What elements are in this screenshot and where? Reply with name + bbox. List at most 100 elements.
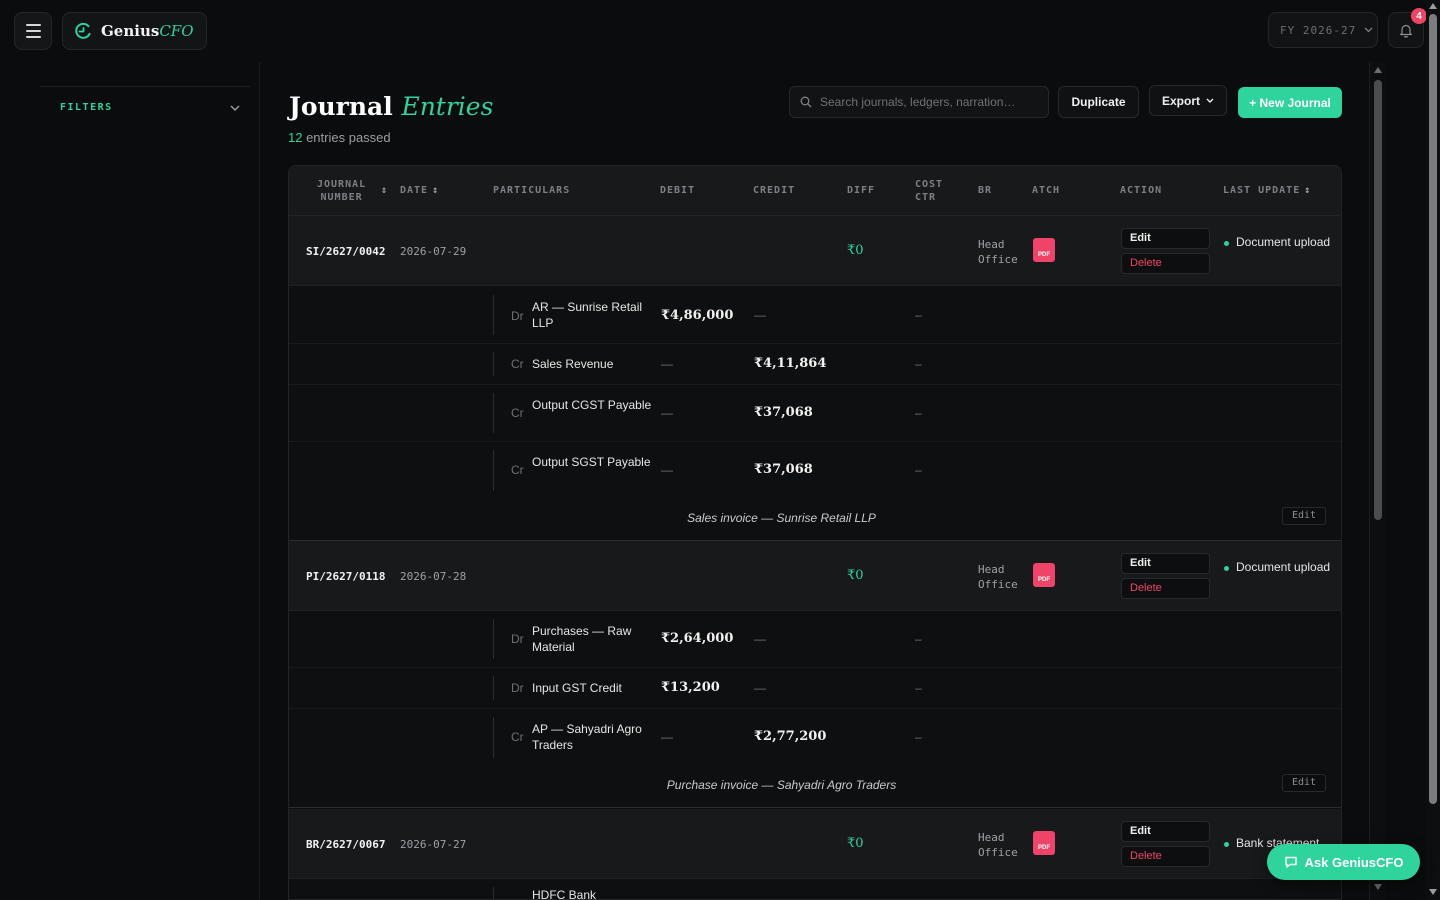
- search-box[interactable]: [789, 86, 1049, 118]
- fiscal-year-value: FY 2026-27: [1280, 23, 1357, 37]
- app-logo[interactable]: GeniusCFO: [62, 12, 207, 50]
- delete-button[interactable]: Delete: [1121, 578, 1210, 599]
- journal-row[interactable]: SI/2627/0042 2026-07-29 ₹0 Head Office P…: [289, 216, 1341, 286]
- ledger-account[interactable]: Output SGST Payable: [532, 454, 652, 470]
- journal-branch: Head Office: [978, 238, 1018, 266]
- ledger-line: Cr Sales Revenue — ₹4,11,864 –: [289, 344, 1341, 385]
- edit-button[interactable]: Edit: [1121, 821, 1210, 842]
- debit-amount: —: [661, 730, 673, 744]
- narration-text: Sales invoice — Sunrise Retail LLP: [687, 511, 876, 525]
- narration-row: Purchase invoice — Sahyadri Agro Traders…: [289, 766, 1341, 808]
- new-journal-button[interactable]: + New Journal: [1238, 87, 1342, 118]
- journal-number[interactable]: PI/2627/0118: [306, 570, 385, 583]
- sort-icon[interactable]: ↕: [377, 184, 388, 197]
- sidebar: FILTERS: [0, 62, 260, 900]
- chevron-down-icon: [1364, 27, 1373, 33]
- filters-toggle[interactable]: FILTERS: [40, 86, 250, 128]
- journal-row[interactable]: BR/2627/0067 2026-07-27 ₹0 Head Office P…: [289, 809, 1341, 879]
- scroll-up-icon[interactable]: [1429, 3, 1437, 9]
- debit-amount: ₹4,86,000: [661, 308, 734, 323]
- narration-row: Sales invoice — Sunrise Retail LLP Edit: [289, 499, 1341, 541]
- journal-diff: ₹0: [847, 243, 864, 258]
- cost-center: –: [915, 730, 922, 744]
- status-dot-icon: [1224, 566, 1229, 571]
- scroll-down-icon[interactable]: [1429, 889, 1437, 895]
- ledger-line: Cr Output SGST Payable — ₹37,068 –: [289, 442, 1341, 499]
- col-credit: CREDIT: [753, 185, 796, 196]
- export-button[interactable]: Export: [1149, 85, 1227, 116]
- entry-type: Cr: [511, 463, 524, 477]
- ledger-account[interactable]: Sales Revenue: [532, 356, 652, 372]
- search-icon: [800, 96, 812, 108]
- ask-assistant-button[interactable]: Ask GeniusCFO: [1267, 844, 1420, 880]
- ledger-account[interactable]: Output CGST Payable: [532, 397, 652, 413]
- chat-bubble-icon: [1284, 856, 1297, 868]
- ledger-line: Dr Purchases — Raw Material ₹2,64,000 — …: [289, 611, 1341, 668]
- credit-amount: ₹4,11,864: [754, 356, 827, 371]
- table-header: JOURNAL NUMBER ↕ DATE ↕ PARTICULARS DEBIT …: [289, 166, 1341, 216]
- credit-amount: —: [754, 308, 766, 322]
- debit-amount: —: [661, 463, 673, 477]
- col-cost-ctr: COST CTR: [915, 179, 944, 203]
- journal-date: 2026-07-27: [400, 838, 467, 851]
- sort-icon: ↕: [1304, 185, 1312, 196]
- ledger-line: Dr AR — Sunrise Retail LLP ₹4,86,000 — –: [289, 287, 1341, 344]
- narration-edit-button[interactable]: Edit: [1282, 774, 1326, 792]
- ledger-line: Cr AP — Sahyadri Agro Traders — ₹2,77,20…: [289, 709, 1341, 766]
- ledger-line: HDFC Bank: [289, 879, 1341, 899]
- duplicate-button[interactable]: Duplicate: [1058, 86, 1139, 118]
- scroll-up-icon[interactable]: [1374, 67, 1382, 73]
- scrollbar-thumb[interactable]: [1374, 80, 1382, 520]
- logo-mark-icon: [75, 22, 91, 39]
- cost-center: –: [915, 632, 922, 646]
- page-title: Journal Entries: [289, 92, 494, 121]
- ledger-line: Dr Input GST Credit ₹13,200 — –: [289, 668, 1341, 709]
- col-date[interactable]: DATE ↕: [400, 184, 439, 197]
- col-branch: BR: [978, 185, 993, 196]
- journal-diff: ₹0: [847, 836, 864, 851]
- ledger-account[interactable]: Input GST Credit: [532, 680, 652, 696]
- journal-number[interactable]: SI/2627/0042: [306, 245, 385, 258]
- pdf-attachment-icon[interactable]: PDF: [1033, 563, 1055, 587]
- delete-button[interactable]: Delete: [1121, 846, 1210, 867]
- ledger-account[interactable]: HDFC Bank: [532, 887, 652, 899]
- chevron-down-icon: [230, 105, 240, 111]
- col-last-update[interactable]: LAST UPDATE ↕: [1223, 184, 1311, 197]
- page-scrollbar[interactable]: [1426, 0, 1440, 900]
- entry-type: Dr: [511, 309, 524, 323]
- scrollbar-thumb[interactable]: [1429, 14, 1437, 804]
- status-dot-icon: [1224, 842, 1229, 847]
- brand-name: GeniusCFO: [101, 22, 194, 40]
- ledger-line: Cr Output CGST Payable — ₹37,068 –: [289, 385, 1341, 442]
- narration-edit-button[interactable]: Edit: [1282, 507, 1326, 525]
- delete-button[interactable]: Delete: [1121, 253, 1210, 274]
- pdf-attachment-icon[interactable]: PDF: [1033, 238, 1055, 262]
- journal-number[interactable]: BR/2627/0067: [306, 838, 385, 851]
- last-update: Document upload: [1224, 235, 1334, 250]
- journal-branch: Head Office: [978, 563, 1018, 591]
- cost-center: –: [915, 406, 922, 420]
- ledger-account[interactable]: Purchases — Raw Material: [532, 623, 652, 655]
- ledger-account[interactable]: AR — Sunrise Retail LLP: [532, 299, 652, 331]
- col-action: ACTION: [1120, 185, 1163, 196]
- ask-assistant-label: Ask GeniusCFO: [1304, 854, 1404, 870]
- journal-row[interactable]: PI/2627/0118 2026-07-28 ₹0 Head Office P…: [289, 541, 1341, 611]
- scroll-down-icon[interactable]: [1374, 884, 1382, 890]
- search-input[interactable]: [820, 95, 1040, 109]
- ledger-account[interactable]: AP — Sahyadri Agro Traders: [532, 721, 652, 753]
- col-debit: DEBIT: [660, 185, 696, 196]
- col-journal-number[interactable]: JOURNAL NUMBER: [317, 178, 366, 204]
- table-scrollbar[interactable]: [1369, 62, 1386, 900]
- journal-date: 2026-07-28: [400, 570, 467, 583]
- journal-table: JOURNAL NUMBER ↕ DATE ↕ PARTICULARS DEBIT …: [288, 165, 1342, 900]
- menu-button[interactable]: [14, 12, 52, 50]
- credit-amount: ₹37,068: [754, 405, 813, 420]
- edit-button[interactable]: Edit: [1121, 553, 1210, 574]
- export-label: Export: [1161, 93, 1200, 108]
- status-dot-icon: [1224, 241, 1229, 246]
- entry-type: Dr: [511, 632, 524, 646]
- narration-text: Purchase invoice — Sahyadri Agro Traders: [666, 778, 897, 792]
- fiscal-year-select[interactable]: FY 2026-27: [1268, 12, 1378, 48]
- pdf-attachment-icon[interactable]: PDF: [1033, 831, 1055, 855]
- edit-button[interactable]: Edit: [1121, 228, 1210, 249]
